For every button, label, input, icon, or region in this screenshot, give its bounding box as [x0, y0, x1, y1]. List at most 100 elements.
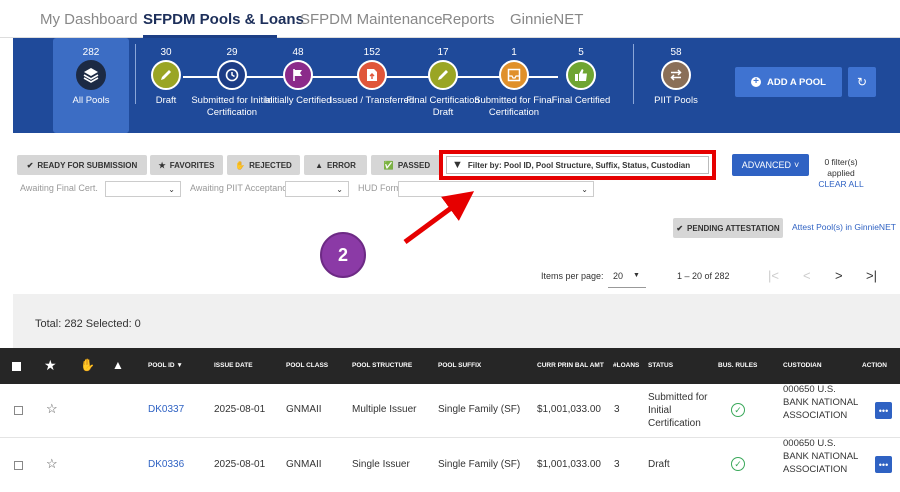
- total-selected-text: Total: 282 Selected: 0: [35, 318, 141, 330]
- first-page-button[interactable]: |<: [768, 268, 779, 283]
- row-actions-button[interactable]: •••: [875, 402, 892, 419]
- stage-all-pools[interactable]: 282 All Pools: [53, 38, 129, 133]
- check-icon: ✔: [676, 223, 684, 233]
- pool-suffix: Single Family (SF): [438, 459, 521, 470]
- pencil-icon: [151, 60, 181, 90]
- add-pool-button[interactable]: + ADD A POOL: [735, 67, 842, 97]
- issue-date: 2025-08-01: [214, 459, 266, 470]
- col-bus-rules[interactable]: BUS. RULES: [718, 362, 757, 369]
- pool-id-link[interactable]: DK0337: [148, 404, 184, 415]
- col-curr-prin-bal[interactable]: CURR PRIN BAL AMT: [537, 362, 604, 369]
- stage-final-certified[interactable]: 5 Final Certified: [538, 38, 624, 133]
- tab-my-dashboard[interactable]: My Dashboard: [40, 11, 138, 28]
- last-page-button[interactable]: >|: [866, 268, 877, 283]
- refresh-button[interactable]: ↻: [848, 67, 876, 97]
- error-button[interactable]: ▲ ERROR: [304, 155, 367, 175]
- refresh-icon: ↻: [856, 75, 868, 89]
- awaiting-final-cert-label: Awaiting Final Cert.: [20, 183, 98, 193]
- thumbs-down-icon: ✋: [235, 160, 246, 170]
- column-label: POOL ID: [148, 362, 175, 369]
- funnel-icon: ▼: [452, 159, 463, 171]
- col-pool-structure[interactable]: POOL STRUCTURE: [352, 362, 412, 369]
- loan-count: 3: [614, 459, 620, 470]
- check-icon: ✔: [26, 160, 34, 170]
- tab-sfpdm-maintenance[interactable]: SFPDM Maintenance: [300, 11, 443, 28]
- col-pool-suffix[interactable]: POOL SUFFIX: [438, 362, 481, 369]
- issue-date: 2025-08-01: [214, 404, 266, 415]
- star-icon: ★: [158, 160, 166, 170]
- row-checkbox[interactable]: [14, 461, 23, 470]
- prev-page-button[interactable]: <: [803, 268, 811, 283]
- hud-forms-select[interactable]: ⌄: [398, 181, 594, 197]
- status: Draft: [648, 459, 670, 470]
- custodian: 000650 U.S. BANK NATIONAL ASSOCIATION: [783, 438, 858, 475]
- ready-for-submission-button[interactable]: ✔ READY FOR SUBMISSION: [17, 155, 147, 175]
- col-custodian[interactable]: CUSTODIAN: [783, 362, 822, 369]
- filter-search-input[interactable]: ▼ Filter by: Pool ID, Pool Structure, Su…: [446, 156, 709, 174]
- stage-count: 282: [82, 47, 100, 58]
- col-status[interactable]: STATUS: [648, 362, 673, 369]
- pool-id-link[interactable]: DK0336: [148, 459, 184, 470]
- tab-sfpdm-pools-loans[interactable]: SFPDM Pools & Loans: [143, 11, 304, 28]
- button-label: READY FOR SUBMISSION: [37, 160, 138, 170]
- chevron-down-icon: ⌄: [168, 184, 175, 194]
- col-issue-date[interactable]: ISSUE DATE: [214, 362, 253, 369]
- chevron-down-icon: ⌄: [336, 184, 343, 194]
- table-header: ★ ✋ ▲ POOL ID ▼ ISSUE DATE POOL CLASS PO…: [0, 348, 900, 384]
- more-icon: •••: [878, 405, 889, 416]
- items-per-page-value: 20: [613, 270, 624, 281]
- select-all-checkbox[interactable]: [12, 362, 21, 371]
- check-circle-icon: ✓: [731, 403, 745, 417]
- awaiting-piit-select[interactable]: ⌄: [285, 181, 349, 197]
- attest-pools-link[interactable]: Attest Pool(s) in GinnieNET: [792, 222, 896, 232]
- pool-class: GNMAII: [286, 404, 322, 415]
- awaiting-final-cert-select[interactable]: ⌄: [105, 181, 181, 197]
- thumbs-up-icon: [566, 60, 596, 90]
- clear-all-link[interactable]: CLEAR ALL: [811, 179, 871, 190]
- items-per-page-label: Items per page:: [541, 271, 604, 281]
- warning-icon: ▲: [315, 160, 324, 170]
- check-circle-icon: ✅: [383, 160, 394, 170]
- passed-button[interactable]: ✅ PASSED: [371, 155, 443, 175]
- col-action: ACTION: [862, 362, 887, 369]
- filters-applied-text: 0 filter(s) applied: [824, 157, 858, 178]
- tab-ginnienet[interactable]: GinnieNET: [510, 11, 583, 28]
- pool-structure: Multiple Issuer: [352, 404, 417, 415]
- stage-piit-pools[interactable]: 58 PIIT Pools: [633, 38, 719, 133]
- favorite-star-icon[interactable]: ☆: [46, 401, 58, 417]
- advanced-button[interactable]: ADVANCED ˅: [732, 154, 809, 176]
- table-row: ☆ DK0336 2025-08-01 GNMAII Single Issuer…: [0, 438, 900, 492]
- loan-count: 3: [614, 404, 620, 415]
- plus-circle-icon: +: [751, 77, 762, 87]
- more-icon: •••: [878, 459, 889, 470]
- current-balance: $1,001,033.00: [537, 459, 601, 470]
- col-pool-id[interactable]: POOL ID ▼: [148, 362, 183, 369]
- filter-placeholder: Filter by: Pool ID, Pool Structure, Suff…: [467, 160, 691, 170]
- next-page-button[interactable]: >: [835, 268, 843, 283]
- pending-attestation-button[interactable]: ✔ PENDING ATTESTATION: [673, 218, 783, 238]
- filter-bar: ✔ READY FOR SUBMISSION ★ FAVORITES ✋ REJECT…: [13, 133, 900, 215]
- favorites-button[interactable]: ★ FAVORITES: [150, 155, 223, 175]
- table-row: ☆ DK0337 2025-08-01 GNMAII Multiple Issu…: [0, 384, 900, 438]
- stage-count: 5: [578, 47, 584, 58]
- warning-icon[interactable]: ▲: [112, 358, 124, 372]
- col-loans[interactable]: #LOANS: [613, 362, 639, 369]
- items-per-page-select[interactable]: 20 ▼: [608, 264, 646, 288]
- row-checkbox[interactable]: [14, 406, 23, 415]
- tab-reports[interactable]: Reports: [442, 11, 495, 28]
- button-label: FAVORITES: [169, 160, 215, 170]
- pool-structure: Single Issuer: [352, 459, 410, 470]
- top-navigation: My Dashboard SFPDM Pools & Loans SFPDM M…: [0, 0, 900, 38]
- favorite-star-icon[interactable]: ☆: [46, 456, 58, 472]
- filter-highlight-box: ▼ Filter by: Pool ID, Pool Structure, Su…: [439, 150, 716, 180]
- status: Submitted for Initial Certification: [648, 392, 708, 429]
- thumbs-down-icon[interactable]: ✋: [80, 358, 95, 372]
- star-icon[interactable]: ★: [44, 357, 57, 374]
- pencil-icon: [428, 60, 458, 90]
- col-pool-class[interactable]: POOL CLASS: [286, 362, 328, 369]
- rejected-button[interactable]: ✋ REJECTED: [227, 155, 300, 175]
- pagination-range: 1 – 20 of 282: [677, 271, 730, 281]
- row-actions-button[interactable]: •••: [875, 456, 892, 473]
- chevron-down-icon: ˅: [794, 160, 800, 170]
- stage-label: All Pools: [72, 95, 110, 106]
